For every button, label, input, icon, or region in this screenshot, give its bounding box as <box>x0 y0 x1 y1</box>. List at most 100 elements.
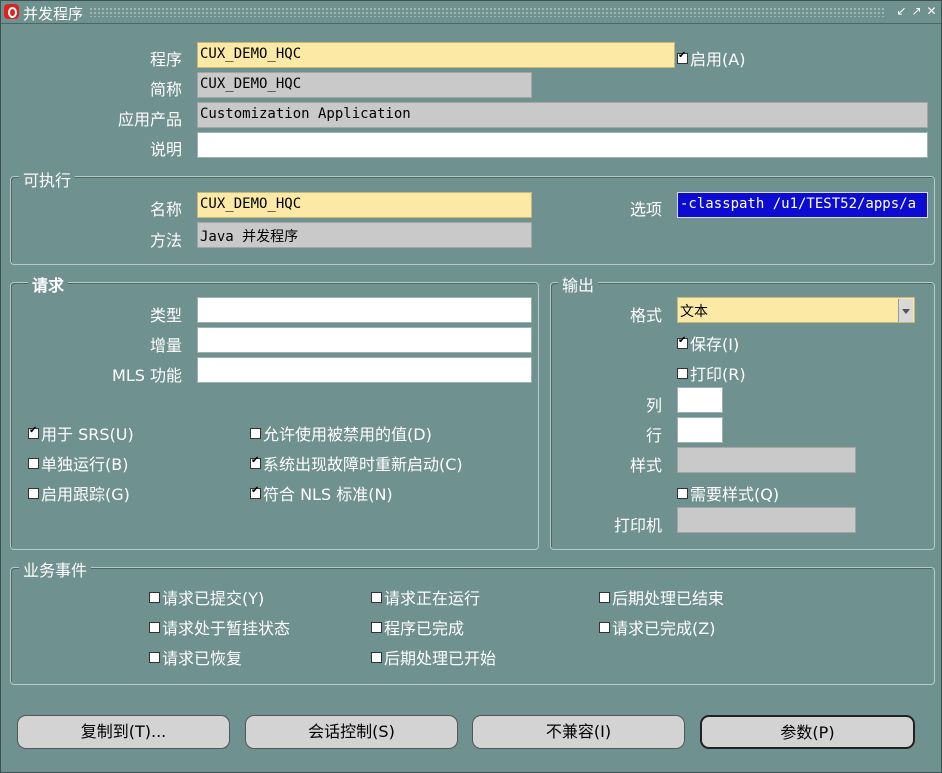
nls-compliant-label: 符合 NLS 标准(N) <box>263 485 393 504</box>
restart-on-failure-label: 系统出现故障时重新启动(C) <box>263 455 463 474</box>
type-label: 类型 <box>149 306 182 325</box>
event-program-completed-box[interactable] <box>371 621 382 633</box>
event-post-processing-ended-label: 后期处理已结束 <box>612 589 725 608</box>
event-request-completed-label: 请求已完成(Z) <box>612 619 716 638</box>
mls-function-field[interactable] <box>197 357 532 383</box>
options-label: 选项 <box>629 200 662 219</box>
executable-group <box>10 176 935 265</box>
incrementor-field[interactable] <box>197 327 532 353</box>
short-name-label: 简称 <box>149 80 182 99</box>
style-required-checkbox[interactable]: 需要样式(Q) <box>677 481 779 505</box>
columns-field[interactable] <box>677 387 723 413</box>
executable-group-title: 可执行 <box>19 167 76 191</box>
application-label: 应用产品 <box>117 110 182 129</box>
oracle-app-icon <box>4 4 19 19</box>
event-request-on-hold-checkbox[interactable]: 请求处于暂挂状态 <box>149 615 290 639</box>
type-field[interactable] <box>197 297 532 323</box>
minimize-icon[interactable]: ↙ <box>895 5 908 18</box>
save-checkbox-box[interactable] <box>677 335 688 349</box>
style-required-checkbox-box[interactable] <box>677 487 688 499</box>
run-alone-checkbox[interactable]: 单独运行(B) <box>28 451 128 475</box>
print-checkbox[interactable]: 打印(R) <box>677 361 746 385</box>
event-request-completed-box[interactable] <box>599 621 610 633</box>
format-dropdown[interactable]: 文本 <box>677 297 915 323</box>
style-required-label: 需要样式(Q) <box>690 485 780 504</box>
event-program-completed-label: 程序已完成 <box>384 619 465 638</box>
chevron-down-icon[interactable] <box>898 299 913 322</box>
event-program-completed-checkbox[interactable]: 程序已完成 <box>371 615 464 639</box>
application-field[interactable]: Customization Application <box>197 102 928 128</box>
options-field[interactable]: -classpath /u1/TEST52/apps/a <box>677 192 928 218</box>
run-alone-checkbox-box[interactable] <box>28 457 39 469</box>
event-request-running-label: 请求正在运行 <box>384 589 481 608</box>
enable-trace-label: 启用跟踪(G) <box>41 485 130 504</box>
mls-function-label: MLS 功能 <box>112 366 182 385</box>
program-field[interactable]: CUX_DEMO_HQC <box>197 42 675 68</box>
rows-field[interactable] <box>677 417 723 443</box>
restart-on-failure-checkbox-box[interactable] <box>250 455 261 469</box>
rows-label: 行 <box>645 426 662 445</box>
use-in-srs-checkbox[interactable]: 用于 SRS(U) <box>28 421 134 445</box>
event-request-running-box[interactable] <box>371 591 382 603</box>
description-field[interactable] <box>197 132 928 158</box>
business-events-group-title: 业务事件 <box>19 557 92 581</box>
event-request-resumed-box[interactable] <box>149 651 160 663</box>
title-bar[interactable]: 并发程序 ↙ ↗ ✕ <box>1 1 941 24</box>
event-post-processing-ended-checkbox[interactable]: 后期处理已结束 <box>599 585 724 609</box>
event-request-running-checkbox[interactable]: 请求正在运行 <box>371 585 480 609</box>
use-in-srs-checkbox-box[interactable] <box>28 425 39 439</box>
save-label: 保存(I) <box>690 335 740 354</box>
format-label: 格式 <box>629 306 662 325</box>
output-group-title: 输出 <box>558 272 599 296</box>
style-label: 样式 <box>629 456 662 475</box>
event-post-processing-started-checkbox[interactable]: 后期处理已开始 <box>371 645 496 669</box>
save-checkbox[interactable]: 保存(I) <box>677 331 739 355</box>
parameters-button[interactable]: 参数(P) <box>700 715 915 749</box>
enable-trace-checkbox-box[interactable] <box>28 487 39 499</box>
description-label: 说明 <box>149 140 182 159</box>
method-field[interactable]: Java 并发程序 <box>197 222 532 248</box>
method-label: 方法 <box>149 231 182 250</box>
title-bar-grip <box>89 7 885 17</box>
event-post-processing-ended-box[interactable] <box>599 591 610 603</box>
event-request-submitted-checkbox[interactable]: 请求已提交(Y) <box>149 585 264 609</box>
allow-disabled-values-checkbox[interactable]: 允许使用被禁用的值(D) <box>250 421 432 445</box>
event-request-on-hold-box[interactable] <box>149 621 160 633</box>
event-post-processing-started-label: 后期处理已开始 <box>384 649 497 668</box>
event-request-submitted-label: 请求已提交(Y) <box>162 589 265 608</box>
session-control-button[interactable]: 会话控制(S) <box>245 715 458 749</box>
event-request-completed-checkbox[interactable]: 请求已完成(Z) <box>599 615 715 639</box>
copy-to-button[interactable]: 复制到(T)... <box>17 715 230 749</box>
printer-field[interactable] <box>677 507 856 533</box>
enabled-checkbox[interactable]: 启用(A) <box>677 46 745 70</box>
maximize-icon[interactable]: ↗ <box>910 5 923 18</box>
incrementor-label: 增量 <box>149 336 182 355</box>
concurrent-program-window: 并发程序 ↙ ↗ ✕ 程序 CUX_DEMO_HQC 启用(A) 简称 CUX_… <box>0 0 942 773</box>
allow-disabled-values-label: 允许使用被禁用的值(D) <box>263 425 432 444</box>
printer-label: 打印机 <box>613 516 662 535</box>
executable-name-field[interactable]: CUX_DEMO_HQC <box>197 192 532 218</box>
format-value: 文本 <box>680 304 708 320</box>
request-group-title: 请求 <box>28 272 69 296</box>
columns-label: 列 <box>645 396 662 415</box>
enabled-checkbox-box[interactable] <box>677 50 688 64</box>
use-in-srs-label: 用于 SRS(U) <box>41 425 134 444</box>
event-post-processing-started-box[interactable] <box>371 651 382 663</box>
print-label: 打印(R) <box>690 365 746 384</box>
print-checkbox-box[interactable] <box>677 367 688 379</box>
enabled-checkbox-label: 启用(A) <box>690 50 746 69</box>
incompatibilities-button[interactable]: 不兼容(I) <box>472 715 685 749</box>
program-label: 程序 <box>149 50 182 69</box>
short-name-field[interactable]: CUX_DEMO_HQC <box>197 72 532 98</box>
event-request-resumed-label: 请求已恢复 <box>162 649 243 668</box>
enable-trace-checkbox[interactable]: 启用跟踪(G) <box>28 481 130 505</box>
style-field[interactable] <box>677 447 856 473</box>
nls-compliant-checkbox-box[interactable] <box>250 485 261 499</box>
event-request-submitted-box[interactable] <box>149 591 160 603</box>
restart-on-failure-checkbox[interactable]: 系统出现故障时重新启动(C) <box>250 451 463 475</box>
executable-name-label: 名称 <box>149 200 182 219</box>
allow-disabled-values-checkbox-box[interactable] <box>250 427 261 439</box>
close-icon[interactable]: ✕ <box>925 5 938 18</box>
nls-compliant-checkbox[interactable]: 符合 NLS 标准(N) <box>250 481 393 505</box>
event-request-resumed-checkbox[interactable]: 请求已恢复 <box>149 645 242 669</box>
